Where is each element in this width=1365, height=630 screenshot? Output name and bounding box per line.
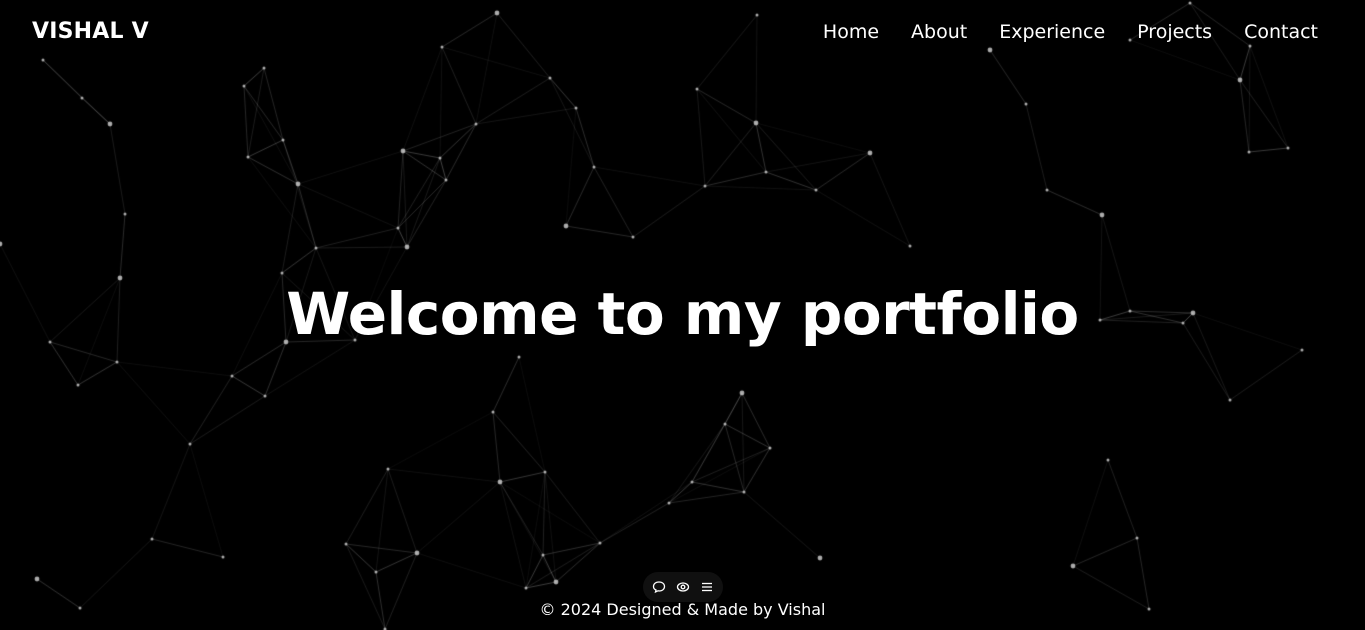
nav-link-experience[interactable]: Experience — [999, 21, 1105, 43]
eye-icon[interactable] — [676, 580, 690, 594]
floating-widget[interactable] — [643, 572, 723, 602]
hero-title: Welcome to my portfolio — [286, 280, 1079, 348]
navbar: VISHAL V Home About Experience Projects … — [0, 0, 1365, 68]
chat-bubble-icon[interactable] — [652, 580, 666, 594]
nav-link-about[interactable]: About — [911, 21, 967, 43]
nav-links: Home About Experience Projects Contact — [823, 21, 1318, 43]
nav-link-home[interactable]: Home — [823, 21, 879, 43]
portfolio-page: VISHAL V Home About Experience Projects … — [0, 0, 1365, 630]
site-logo[interactable]: VISHAL V — [32, 19, 149, 44]
nav-link-projects[interactable]: Projects — [1137, 21, 1212, 43]
menu-icon[interactable] — [700, 580, 714, 594]
footer-copyright: © 2024 Designed & Made by Vishal — [539, 600, 826, 619]
nav-link-contact[interactable]: Contact — [1244, 21, 1318, 43]
